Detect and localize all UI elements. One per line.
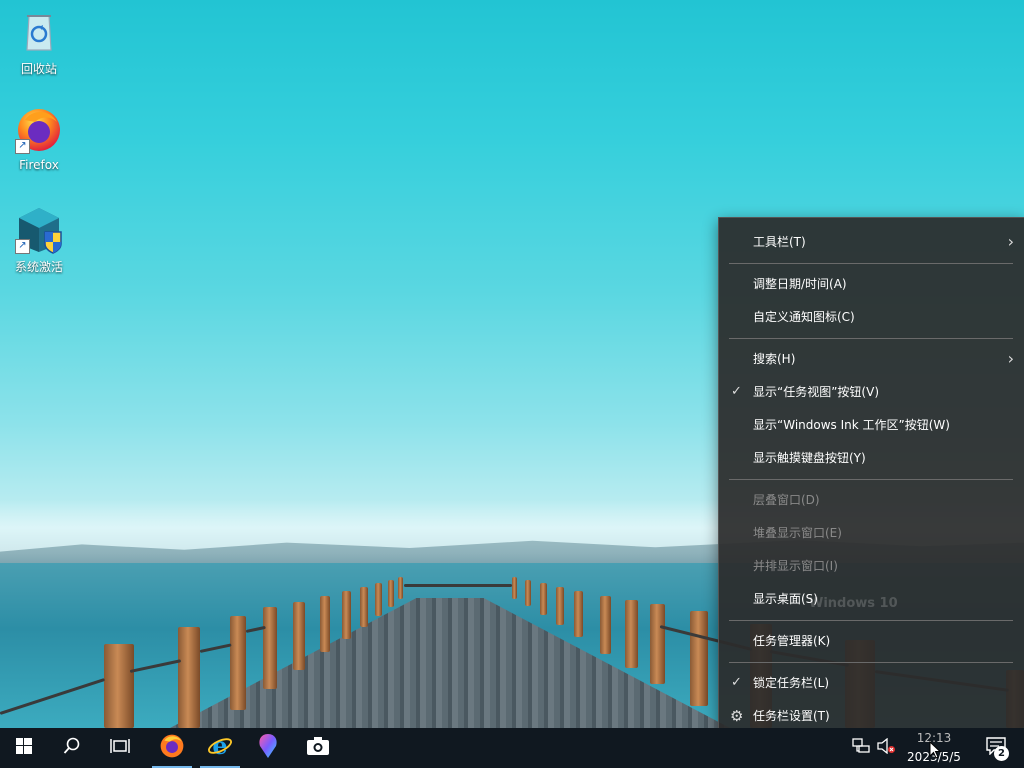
- desktop-icon-label: 系统激活: [14, 260, 63, 274]
- menu-item-cascade-windows: 层叠窗口(D): [719, 484, 1024, 516]
- menu-item-label: 并排显示窗口(I): [753, 559, 838, 573]
- task-view-icon: [110, 738, 130, 758]
- desktop-icon-system-activation[interactable]: ↗ 系统激活: [1, 206, 77, 275]
- mouse-cursor: [929, 740, 942, 763]
- taskbar-internet-explorer[interactable]: e: [196, 728, 244, 768]
- menu-item-label: 任务管理器(K): [753, 634, 831, 648]
- chevron-right-icon: ›: [1007, 232, 1014, 251]
- recycle-bin-icon: [15, 8, 63, 56]
- menu-item-label: 显示触摸键盘按钮(Y): [753, 451, 866, 465]
- menu-item-show-windows-ink-button[interactable]: 显示“Windows Ink 工作区”按钮(W): [719, 409, 1024, 441]
- menu-item-label: 显示“任务视图”按钮(V): [753, 385, 880, 399]
- start-button[interactable]: [0, 728, 48, 768]
- menu-item-label: 搜索(H): [753, 352, 796, 366]
- taskbar-paint[interactable]: [244, 728, 292, 768]
- camera-icon: [306, 736, 330, 760]
- menu-item-task-manager[interactable]: 任务管理器(K): [719, 625, 1024, 657]
- volume-muted-icon: [876, 737, 896, 758]
- search-icon: [63, 737, 81, 759]
- menu-item-stack-windows: 堆叠显示窗口(E): [719, 517, 1024, 549]
- menu-item-lock-taskbar[interactable]: ✓ 锁定任务栏(L): [719, 667, 1024, 699]
- firefox-icon: [159, 733, 185, 763]
- menu-item-show-touch-keyboard-button[interactable]: 显示触摸键盘按钮(Y): [719, 442, 1024, 474]
- taskbar-context-menu: 工具栏(T) › 调整日期/时间(A) 自定义通知图标(C) 搜索(H) › ✓…: [718, 217, 1024, 741]
- checkmark-icon: ✓: [731, 675, 742, 690]
- volume-tray-button[interactable]: [874, 728, 898, 768]
- svg-text:e: e: [212, 733, 227, 759]
- system-activation-icon: ↗: [15, 206, 63, 254]
- notification-icon: 2: [986, 737, 1009, 761]
- menu-item-customize-notification-icons[interactable]: 自定义通知图标(C): [719, 301, 1024, 333]
- taskbar-camera[interactable]: [294, 728, 342, 768]
- paint-icon: [257, 733, 279, 763]
- menu-item-side-by-side-windows: 并排显示窗口(I): [719, 550, 1024, 582]
- network-icon: [852, 738, 870, 758]
- firefox-icon: ↗: [15, 106, 63, 154]
- menu-item-label: 堆叠显示窗口(E): [753, 526, 842, 540]
- menu-item-adjust-date-time[interactable]: 调整日期/时间(A): [719, 268, 1024, 300]
- menu-item-label: 锁定任务栏(L): [753, 676, 830, 690]
- menu-separator: [729, 662, 1013, 663]
- menu-separator: [729, 479, 1013, 480]
- desktop-icon-firefox[interactable]: ↗ Firefox: [1, 106, 77, 172]
- desktop-icon-label: 回收站: [20, 62, 57, 76]
- menu-item-toolbars[interactable]: 工具栏(T) ›: [719, 226, 1024, 258]
- desktop-icon-recycle-bin[interactable]: 回收站: [1, 8, 77, 77]
- network-tray-button[interactable]: [848, 728, 874, 768]
- search-button[interactable]: [48, 728, 96, 768]
- menu-item-search[interactable]: 搜索(H) ›: [719, 343, 1024, 375]
- menu-item-label: 层叠窗口(D): [753, 493, 820, 507]
- task-view-button[interactable]: [96, 728, 144, 768]
- menu-separator: [729, 263, 1013, 264]
- menu-item-label: 自定义通知图标(C): [753, 310, 855, 324]
- menu-separator: [729, 338, 1013, 339]
- notification-count-badge: 2: [994, 746, 1009, 761]
- menu-item-label: 显示“Windows Ink 工作区”按钮(W): [753, 418, 950, 432]
- menu-item-label: 调整日期/时间(A): [753, 277, 847, 291]
- desktop-icon-label: Firefox: [19, 158, 59, 172]
- menu-item-label: 工具栏(T): [753, 235, 806, 249]
- menu-item-show-task-view-button[interactable]: ✓ 显示“任务视图”按钮(V): [719, 376, 1024, 408]
- watermark: Windows 10: [809, 596, 898, 611]
- menu-separator: [729, 620, 1013, 621]
- taskbar-firefox[interactable]: [148, 728, 196, 768]
- chevron-right-icon: ›: [1007, 349, 1014, 368]
- action-center-button[interactable]: 2: [976, 728, 1016, 768]
- start-icon: [16, 738, 32, 758]
- checkmark-icon: ✓: [731, 384, 742, 399]
- internet-explorer-icon: e: [207, 731, 233, 763]
